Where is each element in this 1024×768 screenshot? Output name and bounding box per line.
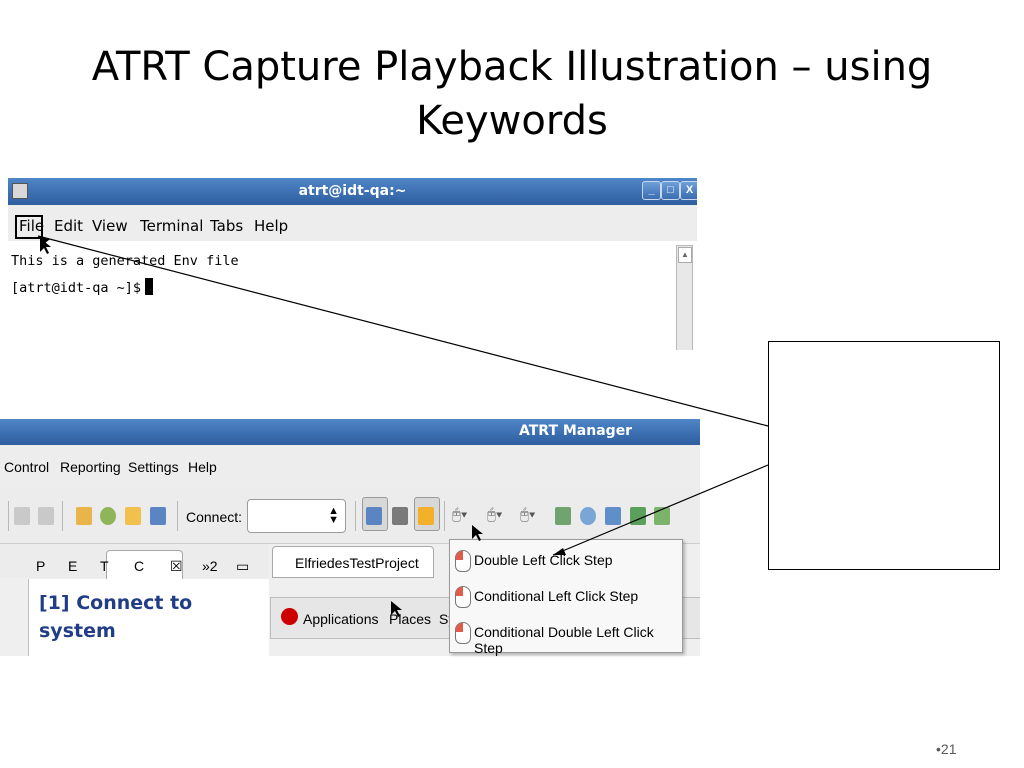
mouse-cursor-icon [472,525,483,541]
page-number: •21 [936,741,957,757]
callout-line-dropdown [552,464,769,556]
callout-line-file [37,235,769,427]
callout-arrowhead-dropdown [553,548,566,555]
callout-lines [37,235,769,617]
mouse-cursor-icon [391,601,402,617]
